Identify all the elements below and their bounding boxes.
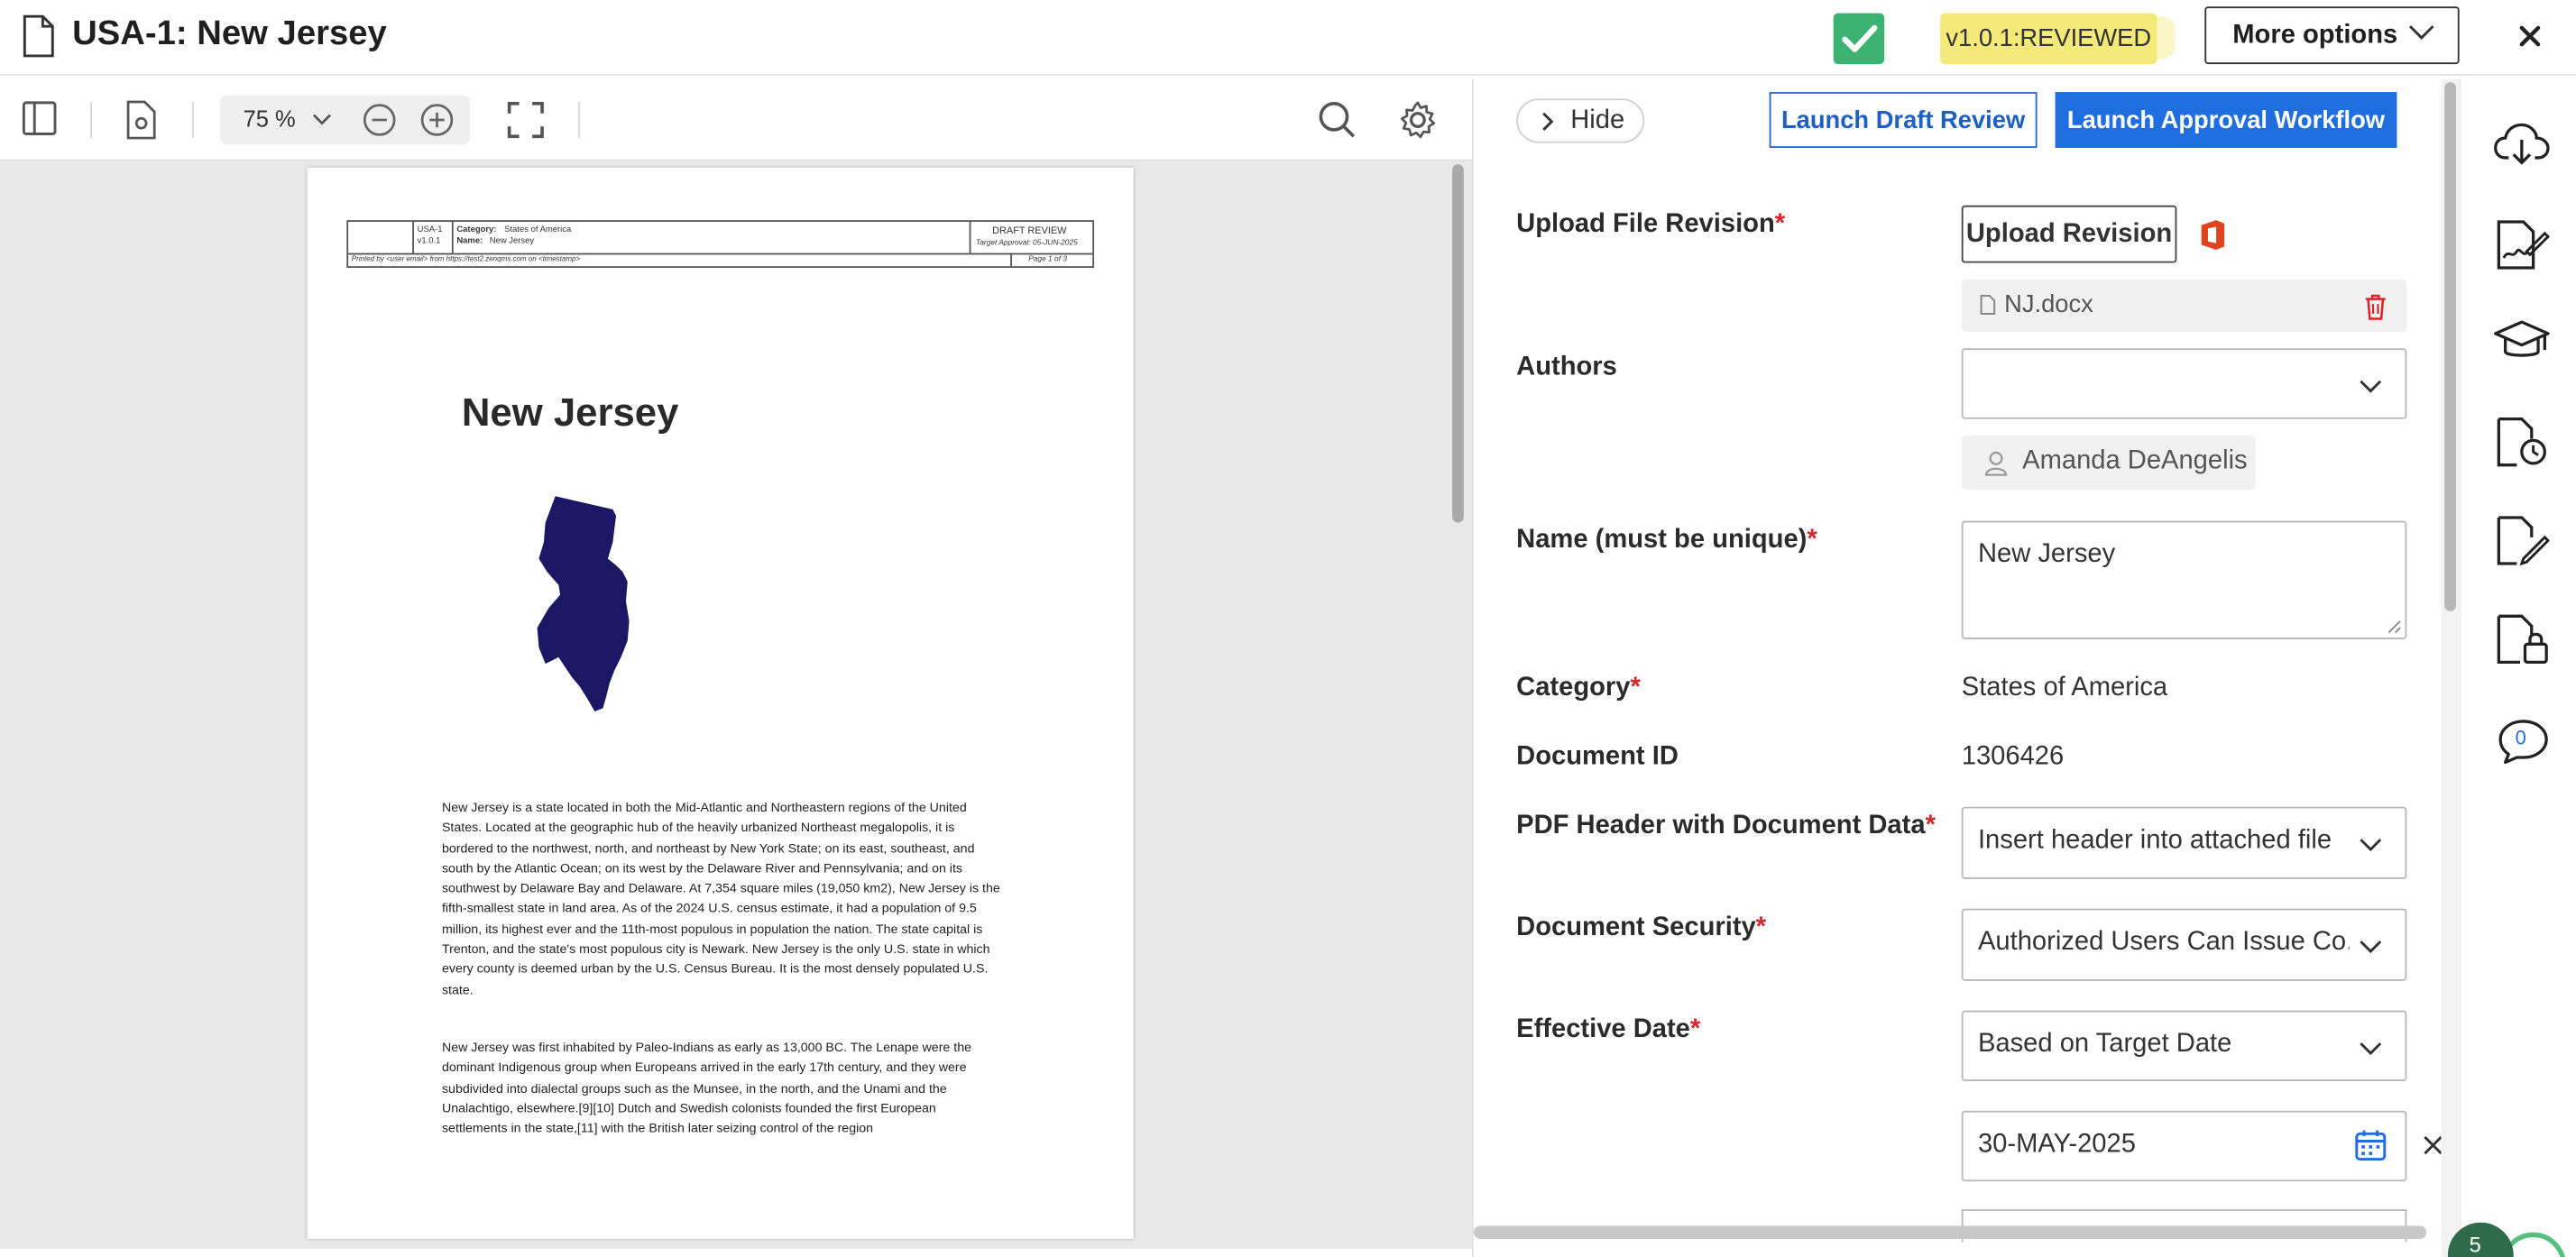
category-value: States of America [1961,674,2168,702]
document-security-value: Authorized Users Can Issue Co... [1977,928,2350,957]
right-rail: 0 [2459,78,2576,1257]
zoom-out-icon[interactable] [362,102,398,138]
name-textarea[interactable]: New Jersey [1961,520,2407,639]
effective-date-select[interactable]: Based on Target Date [1961,1010,2407,1082]
doc-id-cell: USA-1 [417,225,443,235]
author-name: Amanda DeAngelis [2022,446,2248,475]
name-cell: New Jersey [489,236,535,247]
zoom-value: 75 % [243,105,296,132]
chevron-down-icon [2360,1042,2382,1056]
office-icon[interactable] [2198,218,2228,251]
name-value: New Jersey [1977,540,2116,569]
page-number-cell: Page 1 of 3 [1028,254,1067,263]
effective-date-label: Effective Date* [1516,1015,1701,1044]
zoom-in-icon[interactable] [419,102,455,138]
launch-draft-review-button[interactable]: Launch Draft Review [1769,92,2038,148]
upload-revision-button[interactable]: Upload Revision [1961,205,2177,263]
zoom-selector[interactable]: 75 % [220,95,470,145]
document-viewer[interactable]: USA-1 v1.0.1 Category: States of America… [0,161,1472,1249]
chevron-down-icon [2360,839,2382,852]
document-id-value: 1306426 [1961,742,2065,771]
panel-horizontal-scrollbar[interactable] [1473,1225,2427,1239]
target-cell: Target Approval: 05-JUN-2025 [975,238,1078,247]
version-cell: v1.0.1 [417,236,441,247]
launch-approval-workflow-button[interactable]: Launch Approval Workflow [2055,92,2397,148]
pdf-header-label: PDF Header with Document Data* [1516,812,1936,840]
document-id-label: Document ID [1516,742,1679,771]
fullscreen-icon[interactable] [506,100,546,140]
file-edit-icon[interactable] [2494,516,2550,565]
panel-vertical-scrollbar[interactable] [2441,78,2460,1257]
file-icon [1980,294,1996,316]
authors-label: Authors [1516,353,1617,381]
settings-file-icon[interactable] [124,100,157,140]
divider [578,101,580,139]
trash-icon[interactable] [2364,294,2387,320]
more-options-button[interactable]: More options [2204,6,2460,65]
viewer-toolbar: 75 % [0,78,1472,161]
user-icon [1984,451,2008,476]
chevron-right-icon [1542,112,1554,131]
status-badge: v1.0.1:REVIEWED [1940,13,2157,65]
chevron-down-icon [2360,380,2382,393]
name-label: Name (must be unique)* [1516,526,1817,555]
hide-label: Hide [1570,106,1625,134]
category-cell: States of America [504,225,572,235]
author-chip[interactable]: Amanda DeAngelis [1961,435,2256,491]
document-properties-panel: Hide Launch Draft Review Launch Approval… [1471,78,2442,1257]
divider [192,101,194,139]
graduation-cap-icon[interactable] [2494,319,2550,365]
pdf-header-value: Insert header into attached file [1977,826,2332,855]
chevron-down-icon [2360,940,2382,954]
date-value: 30-MAY-2025 [1977,1130,2136,1159]
gear-icon[interactable] [1398,100,1438,140]
effective-date-value: Based on Target Date [1977,1030,2232,1059]
attached-file-chip: NJ.docx [1961,279,2407,333]
viewer-scrollbar[interactable] [1452,164,1464,523]
document-security-select[interactable]: Authorized Users Can Issue Co... [1961,908,2407,981]
file-lock-icon[interactable] [2494,614,2550,665]
stage-cell: DRAFT REVIEW [992,226,1067,237]
document-title: New Jersey [461,390,679,436]
close-icon[interactable] [2510,16,2550,56]
authors-select[interactable] [1961,348,2407,419]
notification-count: 5 [2469,1232,2481,1257]
hide-panel-button[interactable]: Hide [1516,98,1645,143]
more-options-label: More options [2232,20,2398,49]
name-label-cell: Name: [456,236,483,247]
calendar-icon[interactable] [2354,1129,2387,1161]
document-header-table: USA-1 v1.0.1 Category: States of America… [346,220,1095,269]
top-bar: USA-1: New Jersey v1.0.1:REVIEWED More o… [0,0,2576,76]
divider [90,101,92,139]
comments-button[interactable]: 0 [2498,716,2550,766]
document-paragraph: New Jersey was first inhabited by Paleo-… [441,1040,972,1136]
chevron-down-icon [2408,25,2434,40]
new-jersey-map-image [537,496,630,712]
document-page: USA-1 v1.0.1 Category: States of America… [307,167,1134,1239]
check-icon [1842,24,1878,52]
page-title: USA-1: New Jersey [72,14,387,53]
upload-file-revision-label: Upload File Revision* [1516,210,1786,239]
document-paragraph: New Jersey is a state located in both th… [441,800,1000,997]
approved-badge [1833,13,1885,65]
clear-date-icon[interactable] [2424,1135,2442,1155]
document-security-label: Document Security* [1516,913,1767,942]
file-name: NJ.docx [2004,290,2093,319]
pdf-header-select[interactable]: Insert header into attached file [1961,806,2407,879]
document-icon [23,14,54,58]
category-label: Category* [1516,674,1641,702]
resize-handle-icon[interactable] [2387,619,2401,634]
file-history-icon[interactable] [2494,417,2550,467]
comment-count: 0 [2515,726,2526,749]
chevron-down-icon [312,114,332,125]
category-label-cell: Category: [456,225,497,235]
sidebar-toggle-icon[interactable] [22,100,58,136]
signature-icon[interactable] [2494,220,2550,270]
printed-by-cell: Printed by <user email> from https://tes… [351,254,581,263]
date-input[interactable]: 30-MAY-2025 [1961,1110,2407,1182]
cloud-download-icon[interactable] [2494,122,2550,168]
search-icon[interactable] [1318,100,1357,140]
scrollbar-thumb[interactable] [2444,82,2456,611]
